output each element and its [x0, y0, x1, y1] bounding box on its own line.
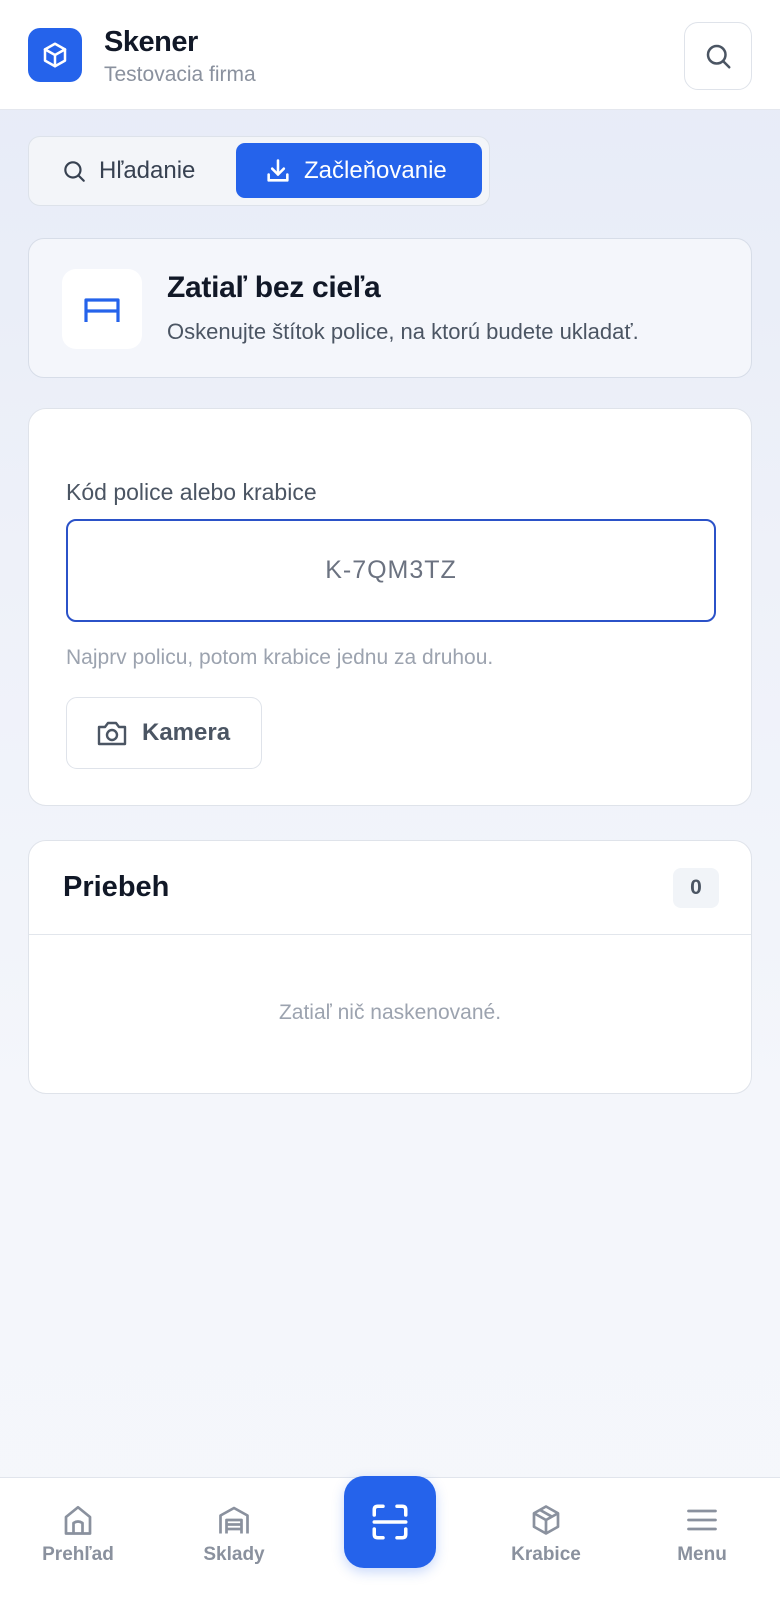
tab-search[interactable]: Hľadanie	[61, 143, 195, 198]
progress-header: Priebeh 0	[29, 841, 751, 935]
scan-fab-button[interactable]	[344, 1476, 436, 1568]
app-title: Skener	[104, 26, 198, 58]
home-icon	[64, 1505, 92, 1535]
search-icon	[706, 44, 731, 69]
tab-search-label: Hľadanie	[99, 156, 196, 184]
camera-button-label: Kamera	[142, 719, 231, 746]
progress-empty-state: Zatiaľ nič naskenované.	[278, 1001, 502, 1024]
progress-count-badge: 0	[673, 868, 719, 908]
warehouse-icon	[219, 1506, 249, 1534]
target-description: Oskenujte štítok police, na ktorú budete…	[167, 319, 639, 344]
nav-boxes[interactable]: Krabice	[486, 1502, 606, 1566]
nav-overview[interactable]: Prehľad	[18, 1502, 138, 1566]
nav-warehouses[interactable]: Sklady	[174, 1502, 294, 1566]
target-card: Zatiaľ bez cieľa Oskenujte štítok police…	[28, 238, 752, 378]
scan-icon	[372, 1504, 408, 1540]
mode-switch: Hľadanie Začleňovanie	[28, 136, 490, 206]
progress-title: Priebeh	[63, 871, 170, 903]
nav-overview-label: Prehľad	[42, 1544, 114, 1565]
header-search-button[interactable]	[684, 22, 752, 90]
shelf-icon	[62, 269, 142, 349]
tab-putaway[interactable]: Začleňovanie	[236, 143, 482, 198]
nav-warehouses-label: Sklady	[203, 1544, 265, 1565]
camera-button[interactable]: Kamera	[66, 697, 262, 769]
scan-card: Kód police alebo krabice Najprv policu, …	[28, 408, 752, 806]
scan-hint: Najprv policu, potom krabice jednu za dr…	[66, 646, 494, 669]
search-icon	[64, 160, 85, 182]
company-name: Testovacia firma	[104, 63, 256, 86]
tab-putaway-label: Začleňovanie	[304, 156, 447, 184]
box-icon	[28, 28, 82, 82]
box-icon	[532, 1505, 560, 1535]
nav-menu-label: Menu	[677, 1544, 727, 1565]
app-header: Skener Testovacia firma	[0, 0, 780, 110]
code-field-label: Kód police alebo krabice	[66, 479, 317, 505]
target-title: Zatiaľ bez cieľa	[167, 271, 381, 304]
progress-card: Priebeh 0 Zatiaľ nič naskenované.	[28, 840, 752, 1094]
nav-boxes-label: Krabice	[511, 1544, 581, 1565]
code-input[interactable]	[66, 519, 716, 622]
camera-icon	[97, 721, 127, 746]
menu-icon	[687, 1509, 717, 1531]
nav-menu[interactable]: Menu	[642, 1502, 762, 1566]
download-icon	[267, 158, 289, 182]
